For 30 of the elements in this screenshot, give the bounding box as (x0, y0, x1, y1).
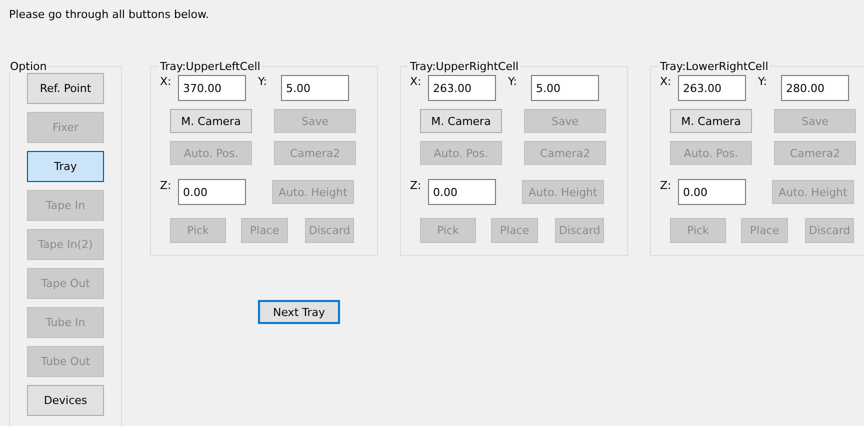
action-button[interactable]: M. Camera (420, 109, 502, 133)
z-field[interactable]: 0.00 (428, 179, 496, 205)
x-field[interactable]: 263.00 (428, 75, 496, 101)
y-label: Y: (508, 75, 518, 88)
x-label: X: (660, 75, 672, 88)
x-label: X: (410, 75, 422, 88)
y-field[interactable]: 5.00 (281, 75, 349, 101)
z-label: Z: (410, 179, 422, 192)
instruction-text: Please go through all buttons below. (9, 8, 210, 22)
z-field[interactable]: 0.00 (678, 179, 746, 205)
group-title: Tray:UpperRightCell (409, 60, 520, 73)
x-label: X: (160, 75, 172, 88)
y-label: Y: (258, 75, 268, 88)
z-field[interactable]: 0.00 (178, 179, 246, 205)
option-button[interactable]: Devices (27, 385, 104, 416)
z-label: Z: (160, 179, 172, 192)
z-label: Z: (660, 179, 672, 192)
y-label: Y: (758, 75, 768, 88)
y-field[interactable]: 5.00 (531, 75, 599, 101)
x-field[interactable]: 370.00 (178, 75, 246, 101)
group-title: Option (9, 60, 48, 73)
action-button[interactable]: M. Camera (170, 109, 252, 133)
group-title: Tray:LowerRightCell (659, 60, 770, 73)
action-button[interactable]: M. Camera (670, 109, 752, 133)
x-field[interactable]: 263.00 (678, 75, 746, 101)
y-field[interactable]: 280.00 (781, 75, 849, 101)
option-button[interactable]: Ref. Point (27, 73, 104, 104)
option-button[interactable]: Tray (27, 151, 104, 182)
next-tray-button[interactable]: Next Tray (258, 300, 340, 324)
group-title: Tray:UpperLeftCell (159, 60, 262, 73)
